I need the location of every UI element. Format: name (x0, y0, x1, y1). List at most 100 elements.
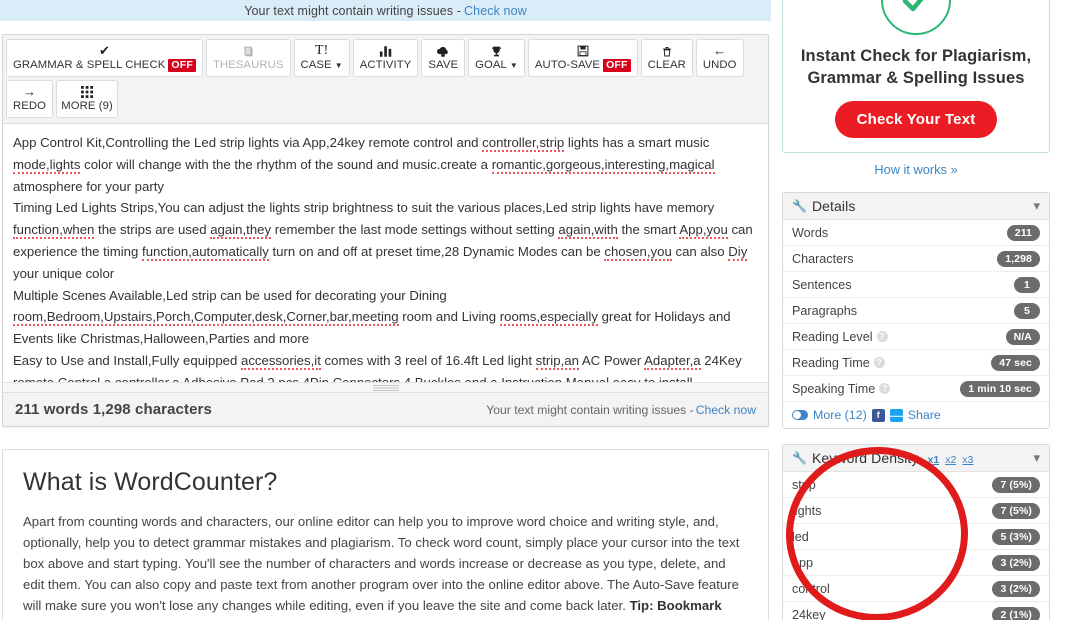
about-section: What is WordCounter? Apart from counting… (2, 449, 769, 620)
editor-paragraph: Easy to Use and Install,Fully equipped a… (13, 350, 758, 382)
more-details-link[interactable]: More (12) (813, 408, 867, 422)
keyword-multiplier-x2[interactable]: x2 (945, 454, 956, 466)
keyword-density-header[interactable]: 🔧 Keyword Density x1 x2 x3 ▾ (783, 445, 1049, 472)
details-row-label: Sentences (792, 277, 852, 292)
wordcounter-page: Your text might contain writing issues -… (0, 0, 1080, 620)
promo-headline: Instant Check for Plagiarism, Grammar & … (800, 47, 1032, 87)
word-character-count: 211 words 1,298 characters (15, 401, 212, 418)
toolbar-label: CLEAR (647, 58, 686, 71)
bar-chart-icon (379, 44, 393, 59)
book-icon (242, 44, 255, 59)
details-row: Reading Level? N/A (783, 324, 1049, 350)
toolbar-label: SAVE (428, 58, 459, 71)
facebook-icon[interactable]: f (871, 408, 885, 422)
details-row-label: Speaking Time (792, 381, 876, 396)
toolbar-button-thesaurus[interactable]: THESAURUS (205, 39, 291, 77)
toolbar-button-more[interactable]: MORE (9) (56, 80, 119, 118)
details-row-value: 211 (1006, 224, 1040, 241)
editor-paragraph: Timing Led Lights Strips,You can adjust … (13, 200, 753, 281)
details-row-label: Paragraphs (792, 303, 858, 318)
chevron-down-icon: ▼ (334, 61, 343, 70)
keyword-row: lights 7 (5%) (783, 498, 1049, 524)
keyword-row: app 3 (2%) (783, 550, 1049, 576)
keyword-label: led (792, 529, 809, 544)
details-row-label: Reading Time (792, 355, 870, 370)
chevron-down-icon[interactable]: ▾ (1033, 451, 1040, 464)
details-panel-title: Details (811, 198, 856, 214)
keyword-multiplier-x3[interactable]: x3 (962, 454, 973, 466)
keyword-label: strip (792, 477, 816, 492)
resize-grip-icon (372, 384, 399, 391)
toolbar-label: GRAMMAR & SPELL CHECK (13, 58, 166, 71)
check-your-text-button[interactable]: Check Your Text (834, 101, 998, 138)
chevron-down-icon[interactable]: ▾ (1033, 199, 1040, 212)
keyword-label: control (792, 581, 830, 596)
help-icon[interactable]: ? (873, 357, 885, 368)
details-panel: 🔧 Details ▾ Words 211 Characters 1,298 S… (782, 192, 1050, 429)
share-label[interactable]: Share (908, 408, 941, 422)
plagiarism-promo-card: Instant Check for Plagiarism, Grammar & … (782, 0, 1050, 153)
toolbar-button-redo[interactable]: → REDO (6, 80, 54, 118)
main-column: Your text might contain writing issues -… (0, 0, 771, 620)
how-it-works-link[interactable]: How it works » (782, 162, 1050, 177)
wrench-icon: 🔧 (792, 451, 807, 465)
keyword-multiplier-x1[interactable]: x1 (928, 454, 940, 466)
count-bar-check-now-link[interactable]: Check now (696, 403, 756, 417)
count-bar-notice: Your text might contain writing issues -… (486, 403, 756, 417)
details-row-label: Words (792, 225, 829, 240)
toolbar-button-goal[interactable]: GOAL ▼ (468, 39, 525, 77)
text-editor-area[interactable]: App Control Kit,Controlling the Led stri… (3, 124, 768, 382)
editor-panel: ✔ GRAMMAR & SPELL CHECK OFF THESAURUS T! (2, 34, 769, 427)
arrow-left-icon: ← (713, 43, 727, 58)
toolbar-button-clear[interactable]: CLEAR (640, 39, 693, 77)
keyword-value: 3 (2%) (992, 554, 1040, 571)
count-bar-notice-text: Your text might contain writing issues - (486, 402, 694, 417)
details-row: Paragraphs 5 (783, 298, 1049, 324)
details-panel-header[interactable]: 🔧 Details ▾ (783, 193, 1049, 220)
about-paragraph-1: Apart from counting words and characters… (23, 511, 748, 620)
help-icon[interactable]: ? (879, 383, 891, 394)
toolbar-button-case[interactable]: T! CASE ▼ (293, 39, 350, 77)
status-badge: OFF (603, 58, 631, 72)
keyword-value: 2 (1%) (992, 606, 1040, 620)
toolbar-label: CASE (300, 58, 332, 71)
help-icon[interactable]: ? (876, 331, 888, 342)
details-row-value: 1 (1014, 276, 1040, 293)
keyword-density-title: Keyword Density (811, 450, 919, 466)
toolbar-button-grammar-spell-check[interactable]: ✔ GRAMMAR & SPELL CHECK OFF (6, 39, 203, 77)
details-panel-footer: More (12) f ⸺ Share (783, 402, 1049, 428)
editor-resize-handle[interactable] (3, 382, 768, 392)
details-row: Sentences 1 (783, 272, 1049, 298)
keyword-label: app (792, 555, 814, 570)
chevron-down-icon: ▼ (509, 61, 518, 70)
toolbar-button-activity[interactable]: ACTIVITY (352, 39, 419, 77)
arrow-right-icon: → (23, 84, 37, 99)
keyword-value: 5 (3%) (992, 528, 1040, 545)
twitter-icon[interactable]: ⸺ (889, 408, 904, 422)
keyword-value: 7 (5%) (992, 476, 1040, 493)
check-circle-icon (881, 0, 951, 35)
keyword-label: lights (792, 503, 822, 518)
keyword-row: control 3 (2%) (783, 576, 1049, 602)
details-row-value: 47 sec (991, 354, 1040, 371)
banner-check-now-link[interactable]: Check now (464, 4, 527, 18)
toolbar-button-auto-save[interactable]: AUTO-SAVE OFF (527, 39, 638, 77)
toolbar-button-undo[interactable]: ← UNDO (695, 39, 744, 77)
banner-text: Your text might contain writing issues - (244, 3, 462, 18)
grid-icon (80, 85, 94, 100)
toggle-icon[interactable] (792, 410, 808, 420)
status-badge: OFF (168, 58, 196, 72)
toolbar-label: REDO (13, 99, 47, 112)
toolbar-label: UNDO (702, 58, 737, 71)
floppy-disk-icon (577, 44, 589, 59)
check-icon: ✔ (99, 43, 110, 58)
text-case-icon: T! (315, 43, 329, 58)
top-writing-issues-banner: Your text might contain writing issues -… (0, 0, 771, 21)
page-title: What is WordCounter? (23, 468, 278, 496)
toolbar-button-save[interactable]: SAVE (421, 39, 466, 77)
details-row: Words 211 (783, 220, 1049, 246)
word-count-bar: 211 words 1,298 characters Your text mig… (3, 392, 768, 426)
editor-paragraph: Multiple Scenes Available,Led strip can … (13, 287, 731, 347)
toolbar-label: ACTIVITY (359, 58, 412, 71)
keyword-value: 7 (5%) (992, 502, 1040, 519)
